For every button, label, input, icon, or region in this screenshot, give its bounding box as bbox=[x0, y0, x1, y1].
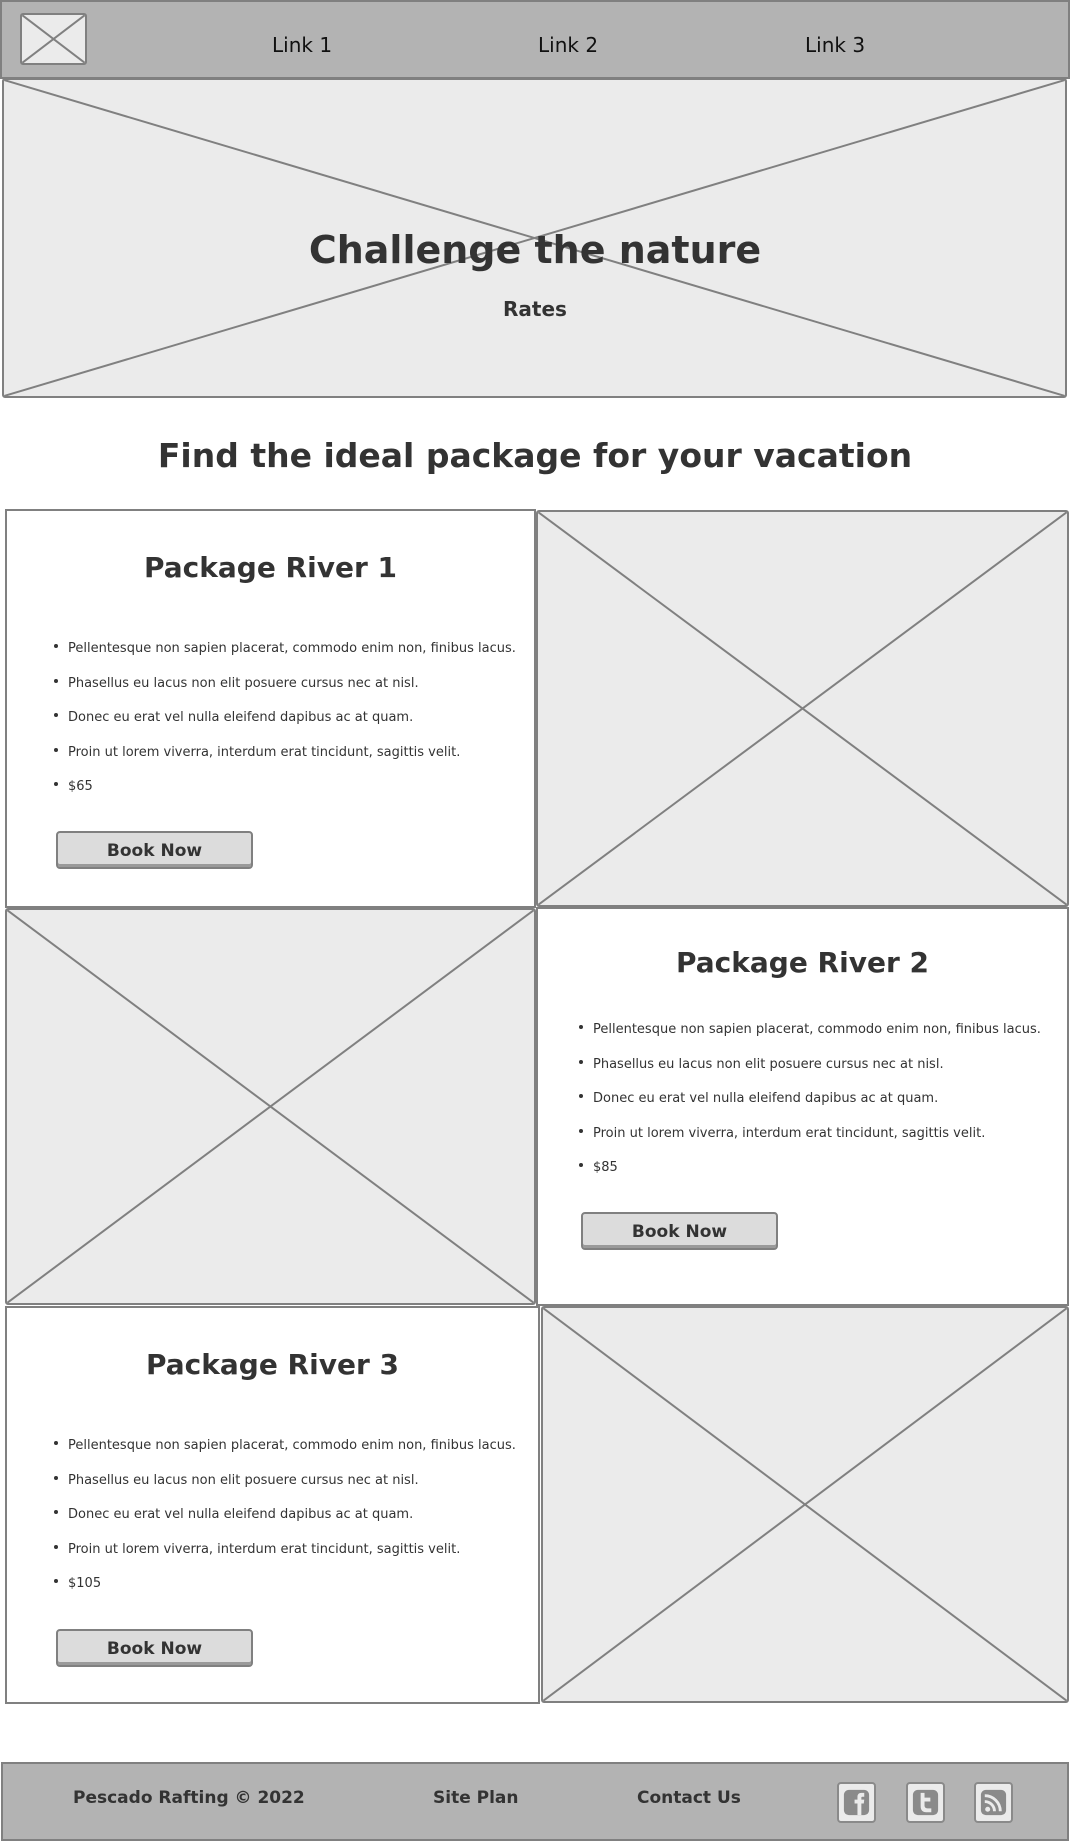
list-item: Donec eu erat vel nulla eleifend dapibus… bbox=[54, 1507, 516, 1542]
list-item: Phasellus eu lacus non elit posuere curs… bbox=[54, 676, 516, 711]
package-card-3: Package River 3 Pellentesque non sapien … bbox=[5, 1306, 540, 1704]
list-item: Pellentesque non sapien placerat, commod… bbox=[54, 641, 516, 676]
book-now-button[interactable]: Book Now bbox=[56, 831, 253, 869]
list-item: Pellentesque non sapien placerat, commod… bbox=[579, 1022, 1041, 1057]
section-title: Find the ideal package for your vacation bbox=[157, 436, 913, 475]
twitter-icon[interactable] bbox=[906, 1782, 945, 1823]
list-item: Phasellus eu lacus non elit posuere curs… bbox=[54, 1473, 516, 1508]
site-plan-link[interactable]: Site Plan bbox=[433, 1788, 519, 1808]
package-image-2 bbox=[5, 908, 536, 1305]
package-card-1: Package River 1 Pellentesque non sapien … bbox=[5, 509, 536, 908]
contact-us-link[interactable]: Contact Us bbox=[637, 1788, 741, 1808]
rss-icon[interactable] bbox=[974, 1782, 1013, 1823]
list-item: Pellentesque non sapien placerat, commod… bbox=[54, 1438, 516, 1473]
nav-link-2[interactable]: Link 2 bbox=[538, 33, 598, 57]
nav-link-1[interactable]: Link 1 bbox=[272, 33, 332, 57]
list-item: Proin ut lorem viverra, interdum erat ti… bbox=[54, 1542, 516, 1577]
nav-link-3[interactable]: Link 3 bbox=[805, 33, 865, 57]
package-feature-list: Pellentesque non sapien placerat, commod… bbox=[579, 1022, 1041, 1195]
package-image-1 bbox=[536, 510, 1069, 907]
package-image-3 bbox=[541, 1306, 1069, 1703]
package-title: Package River 2 bbox=[676, 946, 929, 979]
facebook-icon[interactable] bbox=[837, 1782, 876, 1823]
package-card-2: Package River 2 Pellentesque non sapien … bbox=[536, 907, 1069, 1306]
hero-subtitle[interactable]: Rates bbox=[0, 297, 1070, 321]
package-title: Package River 3 bbox=[146, 1348, 399, 1381]
list-item: Donec eu erat vel nulla eleifend dapibus… bbox=[579, 1091, 1041, 1126]
package-feature-list: Pellentesque non sapien placerat, commod… bbox=[54, 1438, 516, 1611]
price-item: $105 bbox=[54, 1576, 516, 1611]
list-item: Phasellus eu lacus non elit posuere curs… bbox=[579, 1057, 1041, 1092]
logo-placeholder-image[interactable] bbox=[20, 13, 87, 65]
hero-title: Challenge the nature bbox=[308, 228, 762, 272]
book-now-button[interactable]: Book Now bbox=[56, 1629, 253, 1667]
book-now-button[interactable]: Book Now bbox=[581, 1212, 778, 1250]
price-item: $65 bbox=[54, 779, 516, 814]
package-feature-list: Pellentesque non sapien placerat, commod… bbox=[54, 641, 516, 814]
list-item: Proin ut lorem viverra, interdum erat ti… bbox=[579, 1126, 1041, 1161]
package-title: Package River 1 bbox=[144, 551, 397, 584]
list-item: Proin ut lorem viverra, interdum erat ti… bbox=[54, 745, 516, 780]
list-item: Donec eu erat vel nulla eleifend dapibus… bbox=[54, 710, 516, 745]
copyright-text: Pescado Rafting © 2022 bbox=[73, 1788, 305, 1808]
header-bar bbox=[0, 0, 1070, 79]
price-item: $85 bbox=[579, 1160, 1041, 1195]
